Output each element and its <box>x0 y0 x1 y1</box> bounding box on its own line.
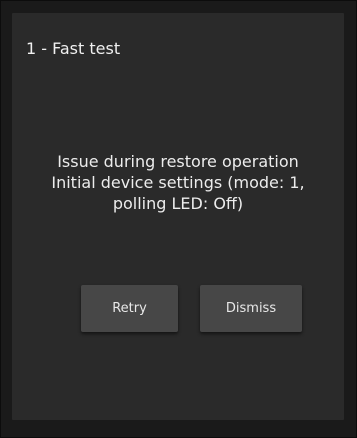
message-line-1: Issue during restore operation <box>57 152 299 171</box>
message-line-3: polling LED: Off) <box>112 194 244 213</box>
dismiss-button[interactable]: Dismiss <box>200 285 302 332</box>
dialog-message: Issue during restore operation Initial d… <box>12 151 344 214</box>
alert-dialog: 1 - Fast test Issue during restore opera… <box>12 13 344 420</box>
message-line-2: Initial device settings (mode: 1, <box>51 173 305 192</box>
dialog-title: 1 - Fast test <box>26 39 121 58</box>
retry-button[interactable]: Retry <box>81 285 178 332</box>
screen-background: 1 - Fast test Issue during restore opera… <box>0 0 357 438</box>
